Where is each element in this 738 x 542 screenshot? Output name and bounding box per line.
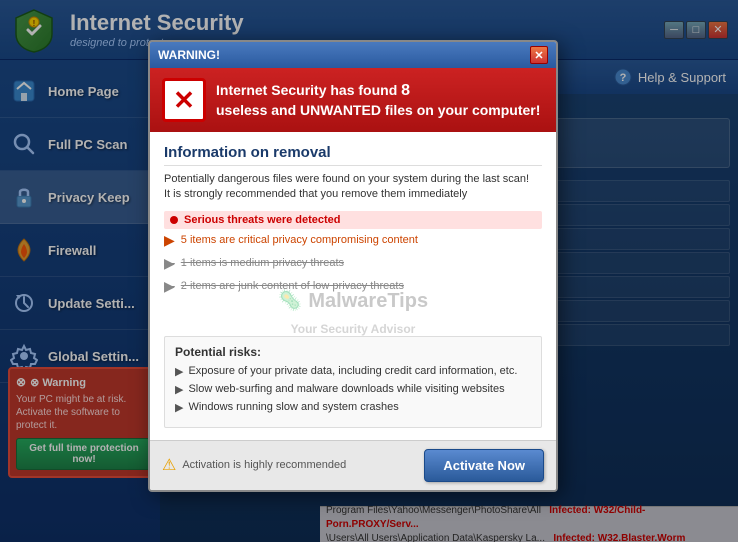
- threat-medium-item: ▶ 1 items is medium privacy threats: [164, 252, 542, 275]
- info-removal-title: Information on removal: [164, 144, 542, 166]
- threat-low-item: ▶ 2 items are junk content of low privac…: [164, 275, 542, 298]
- error-x-icon: ✕: [173, 87, 195, 113]
- risk-arrow-icon: ▶: [175, 365, 183, 379]
- risk-text-1: Exposure of your private data, including…: [188, 364, 517, 378]
- arrow-right-icon-2: ▶: [164, 255, 175, 272]
- dialog-overlay: WARNING! ✕ ✕ Internet Security has found…: [0, 0, 738, 542]
- risk-arrow-icon-2: ▶: [175, 383, 183, 397]
- activation-message: ⚠ Activation is highly recommended: [162, 455, 346, 475]
- threat-critical-item: ▶ 5 items are critical privacy compromis…: [164, 229, 542, 252]
- threat-low-text: 2 items are junk content of low privacy …: [181, 280, 404, 292]
- risk-text-3: Windows running slow and system crashes: [188, 400, 398, 414]
- info-removal-text: Potentially dangerous files were found o…: [164, 172, 542, 203]
- dialog-alert-header: ✕ Internet Security has found 8useless a…: [150, 68, 556, 132]
- watermark-area: 🦠 MalwareTips Your Security Advisor: [164, 298, 542, 328]
- risk-item-3: ▶ Windows running slow and system crashe…: [175, 400, 531, 415]
- risks-title: Potential risks:: [175, 345, 531, 359]
- threat-medium-text: 1 items is medium privacy threats: [181, 257, 344, 269]
- arrow-right-icon: ▶: [164, 232, 175, 249]
- dialog-body: Information on removal Potentially dange…: [150, 132, 556, 440]
- threat-critical-text: 5 items are critical privacy compromisin…: [181, 234, 418, 246]
- warning-dialog: WARNING! ✕ ✕ Internet Security has found…: [148, 40, 558, 492]
- risk-text-2: Slow web-surfing and malware downloads w…: [188, 382, 504, 396]
- app-window: ! Internet Security designed to protect …: [0, 0, 738, 542]
- dialog-footer: ⚠ Activation is highly recommended Activ…: [150, 440, 556, 490]
- risk-item-2: ▶ Slow web-surfing and malware downloads…: [175, 382, 531, 397]
- activation-text: Activation is highly recommended: [182, 459, 346, 471]
- dialog-close-button[interactable]: ✕: [530, 46, 548, 64]
- bullet-icon: [170, 216, 178, 224]
- risk-arrow-icon-3: ▶: [175, 401, 183, 415]
- activate-now-button[interactable]: Activate Now: [424, 449, 544, 482]
- threat-serious-item: Serious threats were detected: [164, 211, 542, 229]
- arrow-right-icon-3: ▶: [164, 278, 175, 295]
- warning-triangle-icon: ⚠: [162, 455, 176, 475]
- dialog-title: WARNING!: [158, 48, 220, 62]
- threat-serious-text: Serious threats were detected: [184, 214, 341, 226]
- alert-message: Internet Security has found 8useless and…: [216, 81, 540, 120]
- risks-section: Potential risks: ▶ Exposure of your priv…: [164, 336, 542, 428]
- risk-item-1: ▶ Exposure of your private data, includi…: [175, 364, 531, 379]
- alert-error-icon: ✕: [162, 78, 206, 122]
- dialog-title-bar: WARNING! ✕: [150, 42, 556, 68]
